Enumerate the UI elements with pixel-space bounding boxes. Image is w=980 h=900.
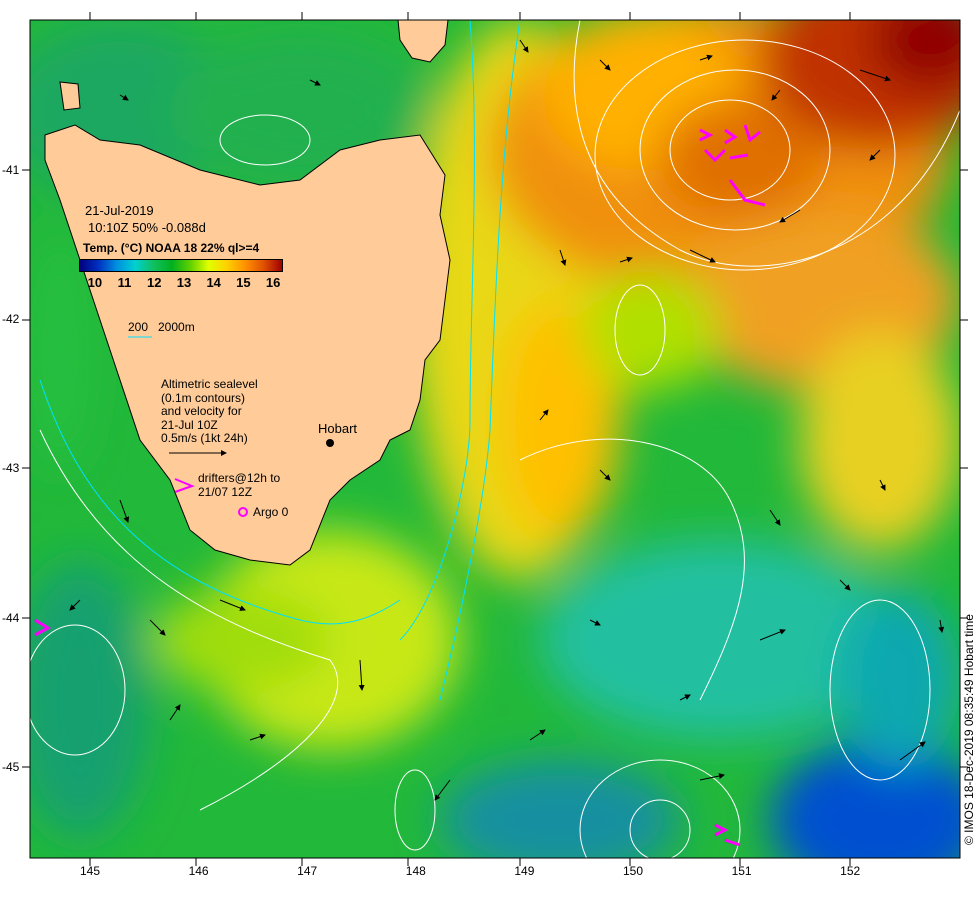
colorbar-tick: 14 bbox=[206, 275, 221, 290]
lon-tick-label: 146 bbox=[188, 864, 209, 878]
argo-legend: Argo 0 bbox=[253, 505, 289, 519]
hobart-marker bbox=[326, 439, 334, 447]
colorbar-tick: 11 bbox=[117, 275, 132, 290]
sea-surface-temperature bbox=[30, 20, 960, 858]
hobart-label: Hobart bbox=[318, 421, 358, 436]
lat-tick-label: -44 bbox=[2, 610, 20, 625]
lon-tick-label: 148 bbox=[405, 864, 426, 878]
date-label: 21-Jul-2019 bbox=[85, 203, 154, 218]
time-label: 10:10Z 50% -0.088d bbox=[88, 220, 206, 235]
temperature-colorbar bbox=[79, 259, 283, 272]
isobath-2000-label: 2000m bbox=[158, 320, 195, 334]
credit: © IMOS 18-Dec-2019 08:35:49 Hobart time bbox=[962, 614, 976, 845]
lat-tick-label: -42 bbox=[2, 312, 20, 327]
lon-tick-label: 149 bbox=[514, 864, 535, 878]
sst-map bbox=[22, 12, 968, 866]
colorbar-tick: 16 bbox=[265, 275, 281, 290]
colorbar-tick: 13 bbox=[176, 275, 192, 290]
lon-tick-label: 151 bbox=[731, 864, 752, 878]
lon-tick-label: 145 bbox=[79, 864, 101, 878]
lat-tick-label: -43 bbox=[2, 461, 20, 476]
lat-tick-label: -41 bbox=[2, 163, 20, 177]
sealevel-legend: Altimetric sealevel (0.1m contours) and v… bbox=[161, 377, 258, 445]
colorbar-tick: 10 bbox=[87, 275, 103, 290]
lon-tick-label: 150 bbox=[622, 864, 644, 878]
lon-tick-label: 147 bbox=[297, 864, 318, 878]
isobath-200-label: 200 bbox=[128, 320, 149, 334]
drifters-legend: drifters@12h to 21/07 12Z bbox=[198, 471, 281, 499]
colorbar-tick: 15 bbox=[236, 275, 251, 290]
colorbar-tick: 12 bbox=[147, 275, 162, 290]
lon-tick-label: 152 bbox=[840, 864, 861, 878]
sensor-label: Temp. (°C) NOAA 18 22% ql>=4 bbox=[83, 241, 260, 255]
lat-tick-label: -45 bbox=[2, 759, 20, 774]
